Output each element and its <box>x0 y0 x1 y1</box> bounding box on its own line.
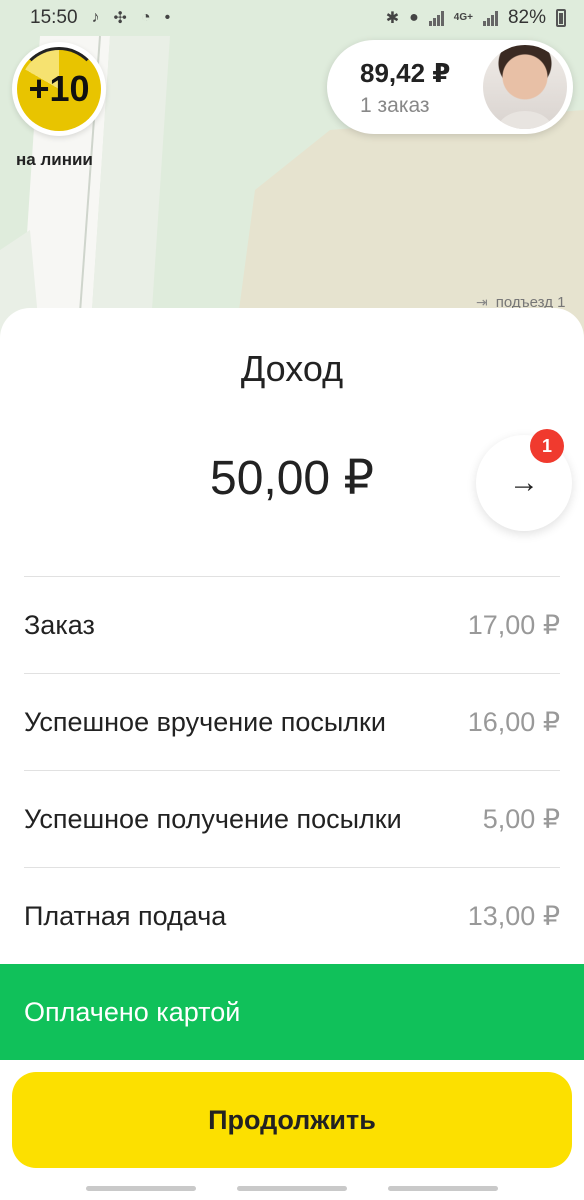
music-note-icon: ♪ <box>91 9 100 26</box>
rating-ring: +10 <box>17 47 101 131</box>
avatar[interactable] <box>483 45 567 129</box>
dot-icon: • <box>164 9 171 26</box>
nav-back-handle[interactable] <box>388 1186 498 1191</box>
continue-button[interactable]: Продолжить <box>12 1072 572 1168</box>
fan-icon: ✣ <box>113 10 127 27</box>
battery-percent: 82% <box>507 7 546 28</box>
balance-button[interactable]: 89,42 ₽ 1 заказ <box>327 40 573 134</box>
income-title: Доход <box>240 348 344 389</box>
list-item: Успешное вручение посылки 16,00 ₽ <box>24 673 560 770</box>
sync-icon: ◔ <box>140 9 151 26</box>
item-value: 5,00 ₽ <box>482 803 560 834</box>
nav-recents-handle[interactable] <box>86 1186 196 1191</box>
item-value: 13,00 ₽ <box>467 900 560 931</box>
list-item: Заказ 17,00 ₽ <box>24 576 560 673</box>
nav-home-handle[interactable] <box>237 1186 347 1191</box>
location-icon: ● <box>409 9 419 26</box>
online-status-label: на линии <box>16 150 93 169</box>
arrow-right-icon: → <box>509 466 539 499</box>
item-value: 17,00 ₽ <box>467 609 560 640</box>
signal-icon-2 <box>482 10 498 26</box>
item-value: 16,00 ₽ <box>467 706 560 737</box>
system-navigation-bar <box>0 1176 584 1200</box>
list-item: Платная подача 13,00 ₽ <box>24 867 560 964</box>
notification-badge: 1 <box>530 429 564 463</box>
balance-amount: 89,42 ₽ <box>360 58 451 88</box>
signal-icon <box>428 10 444 26</box>
payment-status-banner: Оплачено картой <box>0 964 584 1060</box>
income-breakdown-list: Заказ 17,00 ₽ Успешное вручение посылки … <box>24 576 560 964</box>
item-label: Успешное получение посылки <box>24 803 402 834</box>
continue-label: Продолжить <box>208 1104 376 1135</box>
item-label: Платная подача <box>24 900 227 931</box>
rating-value: +10 <box>28 68 90 109</box>
activity-rating-button[interactable]: +10 <box>12 42 106 136</box>
item-label: Успешное вручение посылки <box>24 706 386 737</box>
item-label: Заказ <box>24 609 95 640</box>
income-sheet: Доход 50,00 ₽ → 1 Заказ 17,00 ₽ Успешное… <box>0 308 584 1200</box>
payment-status-text: Оплачено картой <box>24 996 241 1027</box>
network-type: 4G+ <box>453 12 473 23</box>
bluetooth-icon: ✱ <box>385 10 400 27</box>
list-item: Успешное получение посылки 5,00 ₽ <box>24 770 560 867</box>
status-time: 15:50 <box>30 7 78 28</box>
status-bar: 15:50 ♪ ✣ ◔ • ✱ ● 4G+ 82% <box>0 0 584 36</box>
orders-count: 1 заказ <box>360 94 430 117</box>
battery-icon <box>556 9 566 27</box>
